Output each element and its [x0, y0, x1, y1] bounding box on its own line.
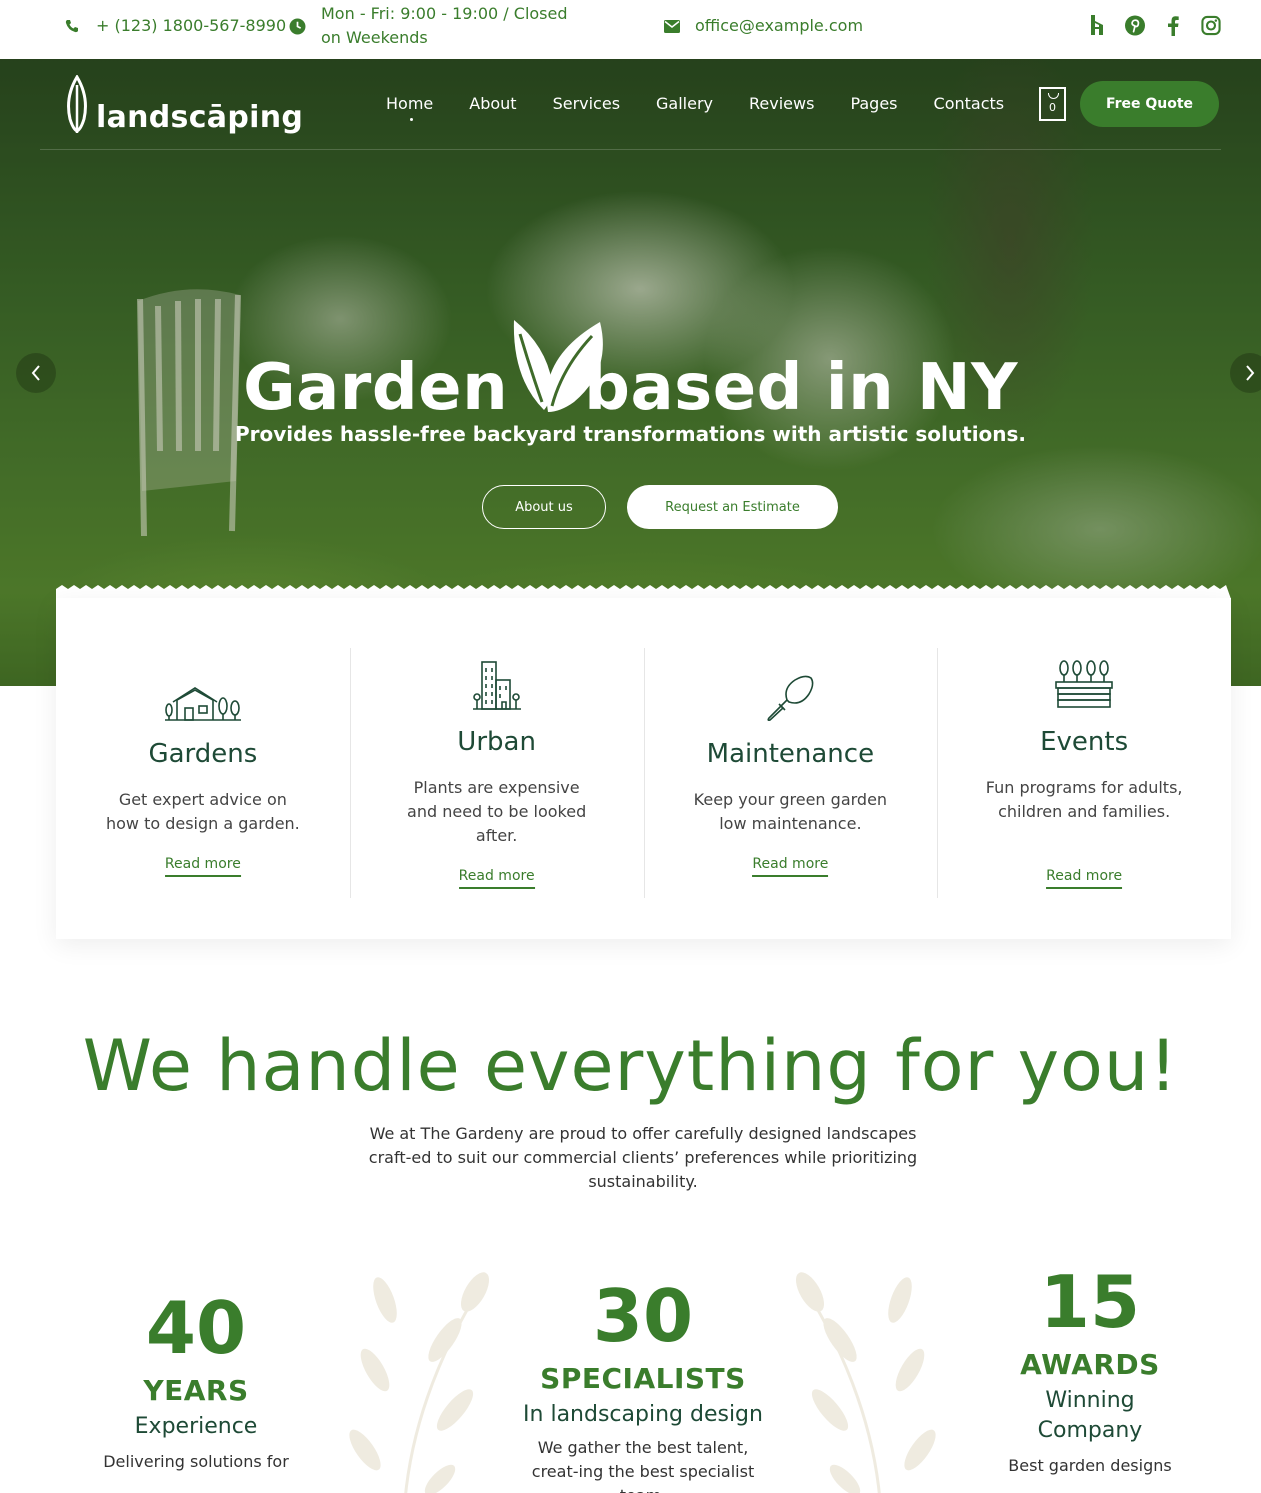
service-description: Plants are expensive and need to be look…: [407, 778, 587, 845]
house-trees-icon: [164, 687, 241, 721]
stat-subtitle: Experience: [134, 1414, 258, 1439]
trowel-icon: [767, 675, 814, 722]
hero-title-right: based in NY: [584, 351, 1018, 425]
phone-number: + (123) 1800-567-8990: [96, 16, 287, 35]
planter-icon: [1055, 660, 1113, 708]
nav-item-gallery[interactable]: Gallery: [656, 92, 713, 116]
read-more-link[interactable]: Read more: [1046, 866, 1123, 889]
service-gardens: Gardens Get expert advice on how to desi…: [56, 598, 350, 939]
read-more-link[interactable]: Read more: [752, 854, 829, 877]
leaf-logo-icon: [67, 75, 87, 133]
hours-text: Mon - Fri: 9:00 - 19:00 / Closed on Week…: [321, 4, 568, 47]
stat-description: We gather the best talent, creat-ing the…: [531, 1438, 755, 1493]
cart-button[interactable]: 0: [1039, 87, 1066, 121]
buildings-icon: [472, 661, 521, 710]
phone-icon: [65, 20, 78, 33]
social-links: [1087, 14, 1221, 36]
clock-icon: [289, 18, 306, 35]
services-card: Gardens Get expert advice on how to desi…: [56, 598, 1231, 939]
nav-item-about[interactable]: About: [469, 92, 516, 116]
site-logo[interactable]: landscāping: [64, 75, 303, 135]
hero-title: Garden based in NY: [0, 351, 1261, 425]
nav-divider: [40, 149, 1221, 150]
main-nav: Home About Services Gallery Reviews Page…: [386, 92, 1040, 121]
stat-description: Delivering solutions for: [103, 1452, 289, 1471]
opening-hours: Mon - Fri: 9:00 - 19:00 / Closed on Week…: [289, 2, 589, 50]
stat-subtitle: In landscaping design: [523, 1402, 763, 1427]
stat-label: SPECIALISTS: [540, 1362, 746, 1395]
service-maintenance: Maintenance Keep your green garden low m…: [643, 598, 938, 939]
stat-years: 40 YEARS Experience Delivering solutions…: [96, 1288, 296, 1474]
service-title: Maintenance: [706, 739, 875, 769]
service-events: Events Fun programs for adults, children…: [937, 598, 1231, 939]
read-more-link[interactable]: Read more: [458, 866, 535, 889]
stat-label: YEARS: [143, 1374, 249, 1407]
service-description: Fun programs for adults, children and fa…: [985, 778, 1183, 821]
cart-count: 0: [1049, 101, 1056, 114]
stat-subtitle: Winning Company: [1037, 1388, 1143, 1443]
section-intro: We at The Gardeny are proud to offer car…: [368, 1124, 918, 1191]
houzz-icon[interactable]: [1087, 14, 1107, 36]
branch-decoration-right: [796, 1272, 936, 1493]
read-more-link[interactable]: Read more: [164, 854, 241, 877]
grass-edge-decoration: [56, 585, 1231, 599]
nav-item-home[interactable]: Home: [386, 92, 433, 121]
stat-description: Best garden designs: [1008, 1456, 1172, 1475]
service-title: Urban: [457, 727, 536, 757]
service-urban: Urban Plants are expensive and need to b…: [349, 598, 644, 939]
about-us-button[interactable]: About us: [482, 485, 606, 529]
instagram-icon[interactable]: [1201, 14, 1221, 36]
nav-item-reviews[interactable]: Reviews: [749, 92, 814, 116]
stat-specialists: 30 SPECIALISTS In landscaping design We …: [508, 1276, 778, 1493]
service-title: Gardens: [148, 739, 258, 769]
top-bar: + (123) 1800-567-8990 Mon - Fri: 9:00 - …: [0, 0, 1261, 59]
hero-title-left: Garden: [243, 351, 509, 425]
free-quote-button[interactable]: Free Quote: [1080, 81, 1219, 127]
phone-contact[interactable]: + (123) 1800-567-8990: [64, 14, 286, 38]
stat-number: 40: [145, 1286, 247, 1370]
request-estimate-button[interactable]: Request an Estimate: [627, 485, 838, 529]
nav-item-services[interactable]: Services: [553, 92, 620, 116]
service-description: Get expert advice on how to design a gar…: [105, 790, 300, 833]
email-contact[interactable]: office@example.com: [664, 14, 863, 38]
stat-number: 30: [592, 1274, 694, 1358]
branch-decoration-left: [349, 1272, 489, 1493]
nav-item-contacts[interactable]: Contacts: [934, 92, 1005, 116]
hero-subtitle: Provides hassle-free backyard transforma…: [234, 422, 1027, 446]
pinterest-icon[interactable]: [1125, 14, 1145, 36]
stat-number: 15: [1039, 1260, 1141, 1344]
section-headline: We handle everything for you!: [82, 1025, 1179, 1107]
facebook-icon[interactable]: [1163, 14, 1183, 36]
service-title: Events: [1040, 727, 1129, 757]
logo-text: landscāping: [96, 100, 304, 135]
stat-awards: 15 AWARDS Winning Company Best garden de…: [990, 1262, 1190, 1478]
nav-item-pages[interactable]: Pages: [850, 92, 897, 116]
envelope-icon: [664, 19, 680, 33]
email-address: office@example.com: [695, 16, 864, 35]
service-description: Keep your green garden low maintenance.: [693, 790, 888, 833]
stat-label: AWARDS: [1020, 1348, 1160, 1381]
